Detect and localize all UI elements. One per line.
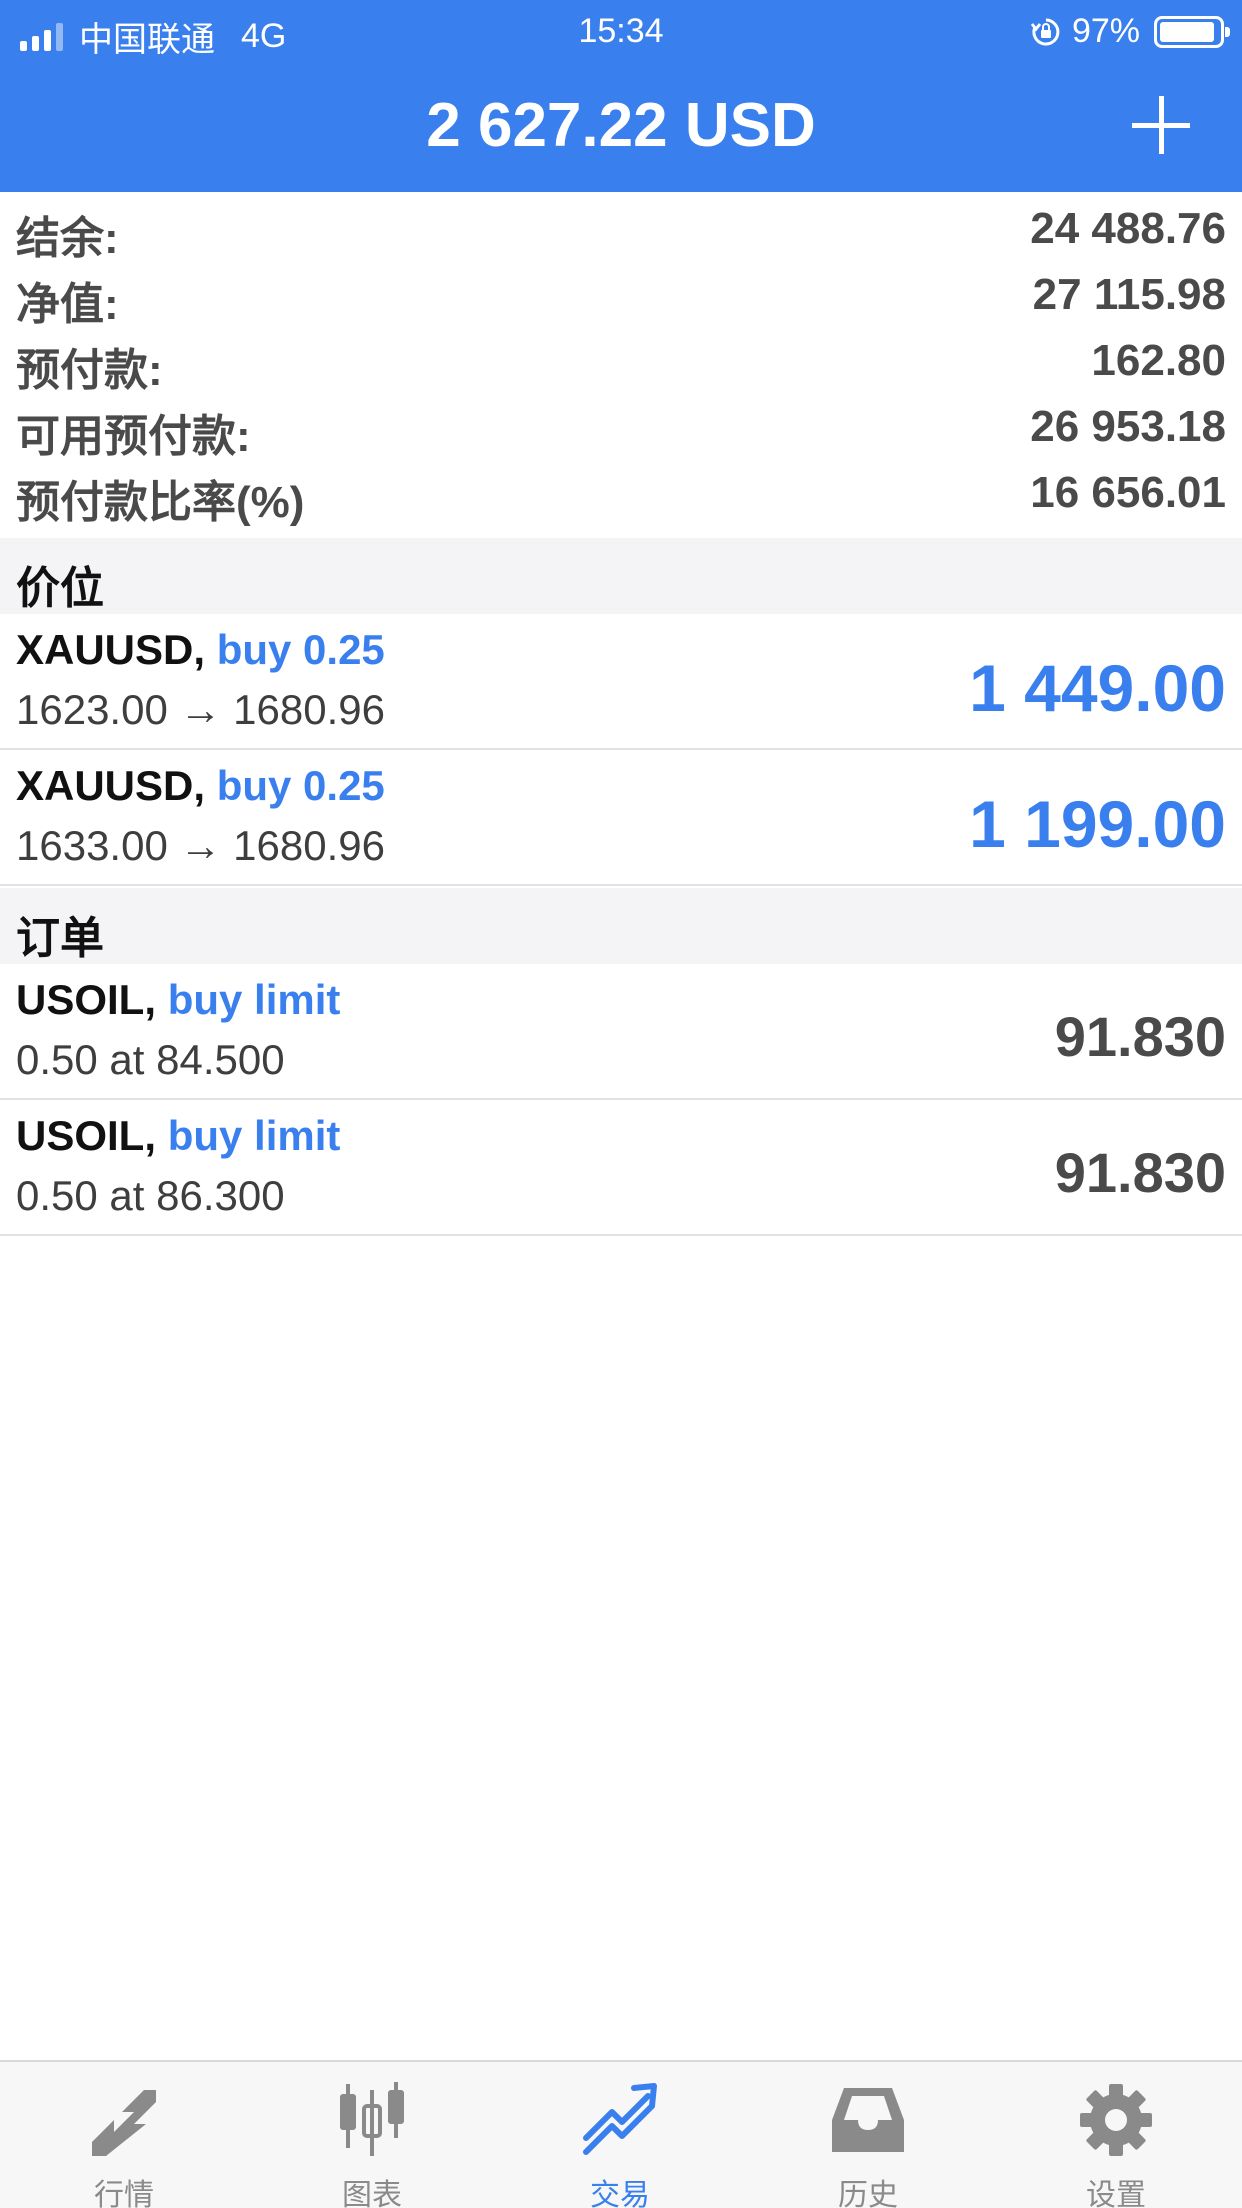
positions-section-header: 价位	[0, 538, 1242, 614]
tab-settings[interactable]: 设置	[992, 2062, 1240, 2208]
position-symbol: XAUUSD,	[16, 626, 206, 673]
position-row[interactable]: XAUUSD, buy 0.25 1623.00 → 1680.96 1 449…	[0, 614, 1242, 750]
margin-level-row: 预付款比率(%) 16 656.01	[0, 462, 1242, 528]
tab-trade[interactable]: 交易	[496, 2062, 744, 2208]
gear-icon	[1080, 2084, 1152, 2156]
battery-icon	[1154, 15, 1230, 48]
position-profit: 1 199.00	[969, 787, 1226, 861]
tab-history-label: 历史	[838, 2179, 898, 2208]
margin-row: 预付款: 162.80	[0, 330, 1242, 396]
position-symbol-line: XAUUSD, buy 0.25	[16, 626, 385, 674]
margin-level-value: 16 656.01	[1030, 468, 1226, 517]
order-row[interactable]: USOIL, buy limit 0.50 at 84.500 91.830	[0, 964, 1242, 1100]
free-margin-value: 26 953.18	[1030, 402, 1226, 451]
positions-section-title: 价位	[16, 564, 104, 613]
position-prices: 1623.00 → 1680.96	[16, 686, 385, 733]
plus-icon[interactable]	[1132, 96, 1190, 154]
orders-section-header: 订单	[0, 888, 1242, 964]
account-summary: 结余: 24 488.76 净值: 27 115.98 预付款: 162.80 …	[0, 198, 1242, 528]
status-bar: 中国联通 4G 15:34 97%	[0, 0, 1242, 62]
equity-value: 27 115.98	[1032, 270, 1226, 319]
order-row[interactable]: USOIL, buy limit 0.50 at 86.300 91.830	[0, 1100, 1242, 1236]
balance-value: 24 488.76	[1030, 204, 1226, 253]
order-detail: 0.50 at 84.500	[16, 1036, 285, 1083]
free-margin-row: 可用预付款: 26 953.18	[0, 396, 1242, 462]
candlestick-chart-icon	[340, 2082, 404, 2156]
order-symbol: USOIL,	[16, 976, 157, 1023]
position-row[interactable]: XAUUSD, buy 0.25 1633.00 → 1680.96 1 199…	[0, 750, 1242, 886]
margin-level-label: 预付款比率(%)	[16, 478, 305, 527]
tab-history[interactable]: 历史	[744, 2062, 992, 2208]
position-direction: buy 0.25	[216, 762, 385, 809]
orientation-lock-icon	[1030, 18, 1060, 45]
balance-row: 结余: 24 488.76	[0, 198, 1242, 264]
tab-charts-label: 图表	[342, 2179, 402, 2208]
battery-percent: 97%	[1071, 12, 1140, 50]
position-symbol-line: XAUUSD, buy 0.25	[16, 762, 385, 810]
bottom-tab-bar: 行情 图表 交易 历史 设置	[0, 2060, 1242, 2208]
account-profit-title: 2 627.22 USD	[426, 91, 816, 160]
balance-label: 结余:	[16, 214, 119, 263]
tab-quotes[interactable]: 行情	[0, 2062, 248, 2208]
free-margin-label: 可用预付款:	[16, 412, 251, 461]
top-bar: 中国联通 4G 15:34 97% 2 627.22 USD	[0, 0, 1242, 192]
tab-settings-label: 设置	[1086, 2179, 1146, 2208]
position-direction: buy 0.25	[216, 626, 385, 673]
tab-charts[interactable]: 图表	[248, 2062, 496, 2208]
order-symbol-line: USOIL, buy limit	[16, 1112, 340, 1160]
order-detail: 0.50 at 86.300	[16, 1172, 285, 1219]
history-inbox-icon	[832, 2088, 904, 2152]
order-current-price: 91.830	[1054, 1141, 1226, 1204]
position-prices: 1633.00 → 1680.96	[16, 822, 385, 869]
order-symbol-line: USOIL, buy limit	[16, 976, 340, 1024]
order-symbol: USOIL,	[16, 1112, 157, 1159]
equity-row: 净值: 27 115.98	[0, 264, 1242, 330]
quotes-arrows-icon	[92, 2090, 156, 2156]
margin-value: 162.80	[1091, 336, 1226, 385]
equity-label: 净值:	[16, 280, 119, 329]
tab-quotes-label: 行情	[94, 2179, 154, 2208]
tab-trade-label: 交易	[590, 2179, 650, 2208]
orders-section-title: 订单	[16, 914, 104, 963]
trade-trend-icon	[583, 2083, 657, 2155]
position-symbol: XAUUSD,	[16, 762, 206, 809]
order-type: buy limit	[167, 976, 341, 1023]
position-profit: 1 449.00	[969, 651, 1226, 725]
order-current-price: 91.830	[1054, 1005, 1226, 1068]
order-type: buy limit	[167, 1112, 341, 1159]
margin-label: 预付款:	[16, 346, 163, 395]
